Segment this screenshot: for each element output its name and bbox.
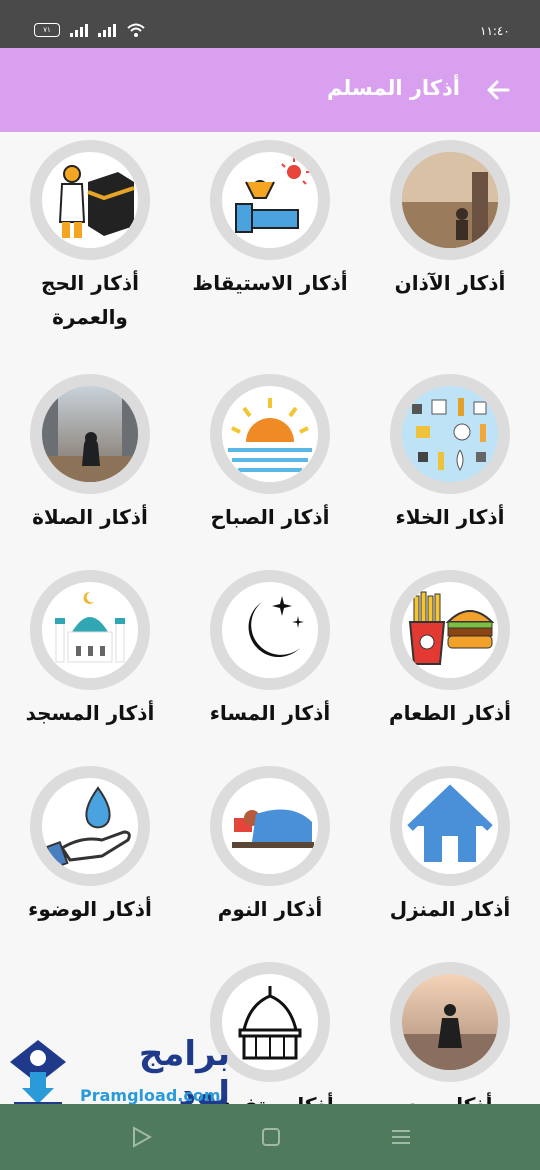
system-nav-bar (0, 1104, 540, 1170)
moon-stars-icon (248, 596, 304, 658)
signal-icon (70, 23, 88, 37)
status-icons: ٧١ (34, 22, 146, 38)
category-icon-ring (390, 140, 510, 260)
waking-up-icon (235, 158, 310, 233)
back-triangle-icon[interactable] (128, 1124, 154, 1150)
sunrise-icon (222, 398, 318, 482)
app-bar: أذكار المسلم (0, 48, 540, 132)
category-icon-ring (390, 962, 510, 1082)
category-label: أذكار المنزل (389, 897, 511, 921)
category-item-after[interactable]: أذكار بعد (360, 954, 540, 1104)
category-icon-ring (30, 374, 150, 494)
categories-grid: أذكار الآذان أذكار الاستيقاظ أذكار الحج … (0, 132, 540, 1104)
category-icon-ring (30, 570, 150, 690)
category-icon-ring (210, 374, 330, 494)
category-item-waking[interactable]: أذكار الاستيقاظ (180, 132, 360, 352)
watermark-url: Pramgload.com (80, 1086, 221, 1105)
status-time: ١١:٤٠ (480, 24, 510, 38)
category-label: أذكار الصباح (210, 505, 330, 529)
watermark: برامج لود Pramgload.com (0, 1030, 230, 1114)
category-item-sleep[interactable]: أذكار النوم (180, 758, 360, 978)
wifi-icon (127, 23, 145, 37)
sleeping-icon (232, 809, 314, 848)
category-item-prayer[interactable]: أذكار الصلاة (0, 366, 180, 586)
signal-icon-2 (98, 23, 116, 37)
category-icon-ring (210, 570, 330, 690)
category-icon-ring (210, 140, 330, 260)
category-icon-ring (30, 766, 150, 886)
category-label: أذكار النوم (217, 897, 323, 921)
category-label: أذكار المساء (209, 701, 331, 725)
status-bar: ٧١ ١١:٤٠ (0, 0, 540, 48)
water-drop-hand-icon (45, 786, 131, 870)
kaaba-pilgrim-icon (58, 165, 135, 238)
dome-outline-icon (238, 986, 302, 1060)
page-title: أذكار المسلم (326, 76, 460, 100)
category-label: أذكار بعد (360, 1088, 540, 1104)
category-label: أذكار الخلاء (395, 505, 505, 529)
category-icon-ring (30, 140, 150, 260)
category-item-mosque[interactable]: أذكار المسجد (0, 562, 180, 782)
mosque-minaret-photo-icon (402, 152, 498, 248)
category-icon-ring (210, 766, 330, 886)
category-label: أذكار الآذان (394, 271, 506, 295)
recents-menu-icon[interactable] (388, 1124, 414, 1150)
category-item-adhan[interactable]: أذكار الآذان (360, 132, 540, 352)
watermark-logo-icon (10, 1040, 66, 1108)
home-square-icon[interactable] (258, 1124, 284, 1150)
category-icon-ring (390, 766, 510, 886)
prayer-photo-icon (42, 386, 138, 482)
category-item-wudu[interactable]: أذكار الوضوء (0, 758, 180, 978)
category-icon-ring (390, 570, 510, 690)
battery-level: ٧١ (43, 26, 51, 34)
category-label: أذكار الصلاة (32, 505, 148, 529)
category-label: أذكار الطعام (388, 701, 512, 725)
category-item-hajj[interactable]: أذكار الحج والعمرة (0, 132, 180, 352)
toiletries-icon (412, 398, 487, 471)
category-icon-ring (390, 374, 510, 494)
house-icon (407, 784, 493, 862)
category-item-evening[interactable]: أذكار المساء (180, 562, 360, 782)
category-label: أذكار الحج والعمرة (41, 271, 139, 329)
battery-icon: ٧١ (34, 23, 60, 37)
mosque-icon (55, 591, 125, 663)
category-label: أذكار المسجد (25, 701, 155, 725)
category-item-morning[interactable]: أذكار الصباح (180, 366, 360, 586)
category-label: أذكار الوضوء (28, 897, 152, 921)
category-item-food[interactable]: أذكار الطعام (360, 562, 540, 782)
category-label: أذكار الاستيقاظ (192, 271, 348, 295)
praying-man-photo-icon (402, 1004, 498, 1070)
category-item-khalaa[interactable]: أذكار الخلاء (360, 366, 540, 586)
category-item-home[interactable]: أذكار المنزل (360, 758, 540, 978)
arrow-back-icon[interactable] (480, 72, 516, 108)
fast-food-icon (408, 591, 495, 665)
